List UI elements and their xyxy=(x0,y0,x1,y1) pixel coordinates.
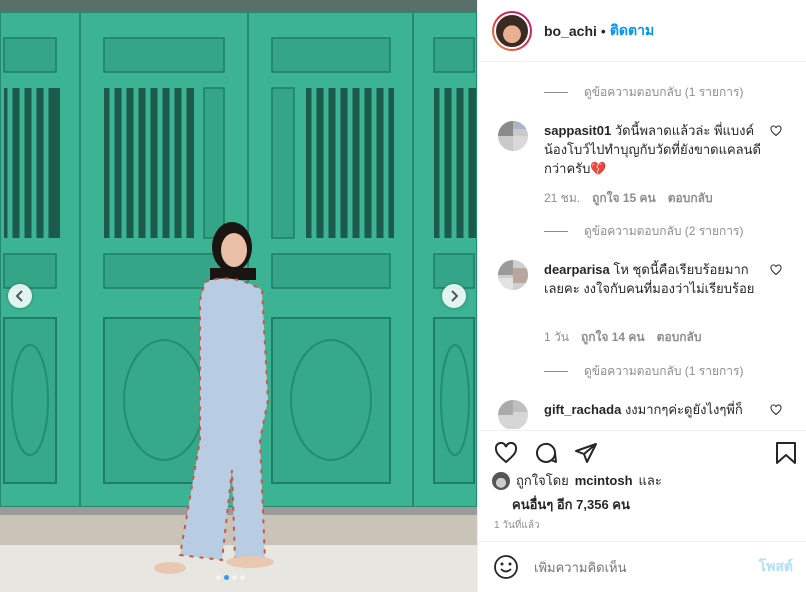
bookmark-save-icon[interactable] xyxy=(775,441,797,465)
view-replies-button[interactable]: ดูข้อความตอบกลับ (2 รายการ) xyxy=(544,222,743,241)
comments-list[interactable]: ดูข้อความตอบกลับ (1 รายการ) sappasit01 ว… xyxy=(478,63,806,429)
heart-icon[interactable] xyxy=(770,125,782,137)
follow-button[interactable]: ติดตาม xyxy=(610,20,654,42)
carousel-indicator xyxy=(216,575,245,580)
replies-line xyxy=(544,231,568,232)
comment-likes[interactable]: ถูกใจ 15 คน xyxy=(592,189,656,208)
comment-text: sappasit01 วัดนี้พลาดแล้วล่ะ พี่แบงค์น้อ… xyxy=(544,121,764,178)
chevron-left-icon xyxy=(15,290,23,302)
carousel-dot xyxy=(216,575,221,580)
pixelated-avatar-icon xyxy=(498,400,528,429)
post-comment-button[interactable]: โพสต์ xyxy=(759,556,793,578)
emoji-smile-icon[interactable] xyxy=(492,554,520,580)
comment-text: gift_rachada งงมากๆค่ะดูยังไงๆพี่ก็ xyxy=(544,400,764,419)
broken-heart-emoji: 💔 xyxy=(590,161,607,176)
comment-bubble-icon[interactable] xyxy=(534,441,558,465)
view-replies-button[interactable]: ดูข้อความตอบกลับ (1 รายการ) xyxy=(544,362,743,381)
reply-button[interactable]: ตอบกลับ xyxy=(657,328,702,347)
add-comment-bar: โพสต์ xyxy=(478,541,806,592)
post-photo[interactable] xyxy=(0,0,477,592)
separator-dot: • xyxy=(600,22,606,39)
comment-meta: 1 วัน ถูกใจ 14 คน ตอบกลับ xyxy=(544,328,701,347)
comment-avatar[interactable] xyxy=(498,121,528,151)
post-time-ago[interactable]: 1 วันที่แล้ว xyxy=(494,518,540,533)
pixelated-avatar-icon xyxy=(498,121,528,151)
heart-icon[interactable] xyxy=(770,264,782,276)
comment-meta: 21 ชม. ถูกใจ 15 คน ตอบกลับ xyxy=(544,189,713,208)
carousel-dot xyxy=(240,575,245,580)
view-replies-label: ดูข้อความตอบกลับ (2 รายการ) xyxy=(584,224,744,238)
pixelated-avatar-icon xyxy=(498,260,528,290)
previous-photo-button[interactable] xyxy=(8,284,32,308)
comment-text: dearparisa โห ชุดนี้คือเรียบร้อยมากเลยคะ… xyxy=(544,260,764,298)
post-username[interactable]: bo_achi xyxy=(544,23,597,39)
comment-username[interactable]: gift_rachada xyxy=(544,402,621,417)
avatar-image xyxy=(494,12,530,49)
heart-icon[interactable] xyxy=(770,404,782,416)
liker-avatar[interactable] xyxy=(492,471,510,490)
replies-line xyxy=(544,92,568,93)
carousel-dot-active xyxy=(224,575,229,580)
liked-by-user[interactable]: mcintosh xyxy=(575,473,633,488)
like-heart-icon[interactable] xyxy=(494,441,518,465)
comment-username[interactable]: dearparisa xyxy=(544,262,610,277)
profile-avatar[interactable] xyxy=(492,10,532,51)
photo-scene xyxy=(0,0,477,592)
comment-likes[interactable]: ถูกใจ 14 คน xyxy=(581,328,645,347)
post-details-panel: bo_achi • ติดตาม ดูข้อความตอบกลับ (1 ราย… xyxy=(477,0,806,592)
post-actions-bar xyxy=(478,430,806,470)
instagram-post-modal: bo_achi • ติดตาม ดูข้อความตอบกลับ (1 ราย… xyxy=(0,0,806,592)
carousel-dot xyxy=(232,575,237,580)
comment-input[interactable] xyxy=(534,559,759,575)
comment-body: งงมากๆค่ะดูยังไงๆพี่ก็ xyxy=(624,402,743,417)
comment-avatar[interactable] xyxy=(498,400,528,429)
likes-and: และ xyxy=(638,473,662,488)
next-photo-button[interactable] xyxy=(442,284,466,308)
comment-username[interactable]: sappasit01 xyxy=(544,123,611,138)
likes-others[interactable]: คนอื่นๆ อีก 7,356 คน xyxy=(512,494,792,515)
likes-summary: ถูกใจโดย mcintosh และ คนอื่นๆ อีก 7,356 … xyxy=(492,470,792,515)
view-replies-label: ดูข้อความตอบกลับ (1 รายการ) xyxy=(584,85,744,99)
comment-time: 1 วัน xyxy=(544,330,569,344)
comment-avatar[interactable] xyxy=(498,260,528,290)
comment-time: 21 ชม. xyxy=(544,191,581,205)
replies-line xyxy=(544,371,568,372)
post-header: bo_achi • ติดตาม xyxy=(478,0,806,62)
reply-button[interactable]: ตอบกลับ xyxy=(668,189,713,208)
chevron-right-icon xyxy=(451,290,459,302)
view-replies-button[interactable]: ดูข้อความตอบกลับ (1 รายการ) xyxy=(544,83,743,102)
liked-by-prefix: ถูกใจโดย xyxy=(516,473,569,488)
view-replies-label: ดูข้อความตอบกลับ (1 รายการ) xyxy=(584,364,744,378)
share-send-icon[interactable] xyxy=(574,441,598,465)
